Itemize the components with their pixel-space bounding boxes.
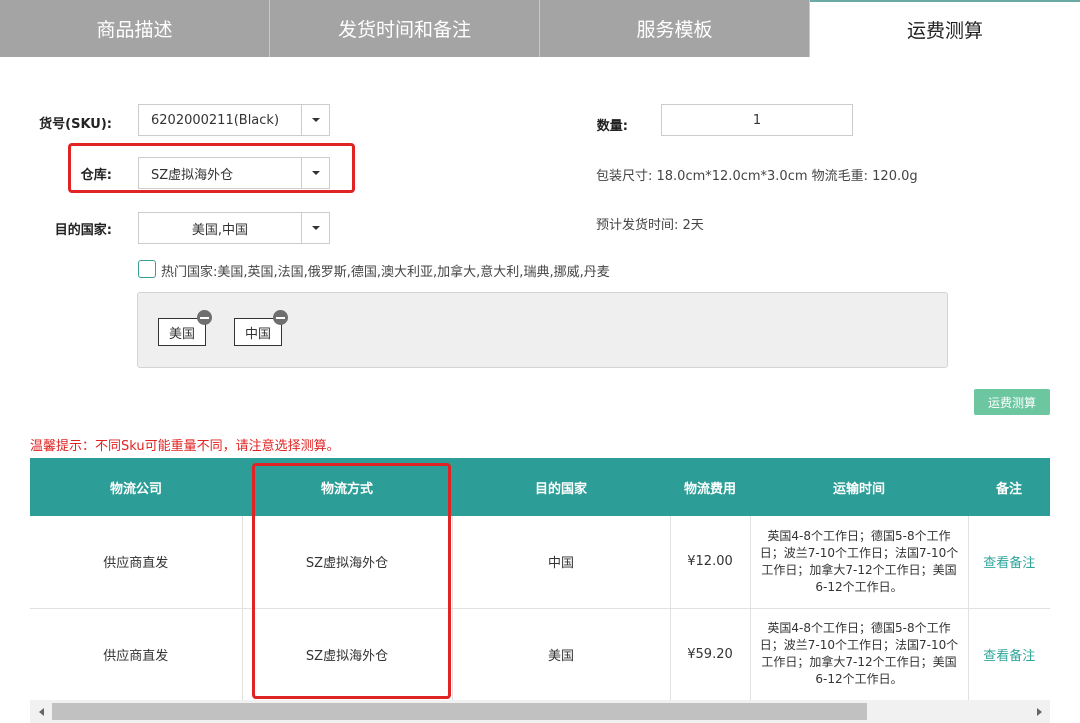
table-header-row: 物流公司 物流方式 目的国家 物流费用 运输时间 备注: [30, 458, 1050, 516]
table-cell: ¥12.00: [670, 516, 751, 609]
column-header: 运输时间: [750, 458, 968, 516]
warehouse-select[interactable]: SZ虚拟海外仓: [138, 157, 330, 189]
table-cell: 供应商直发: [30, 516, 243, 609]
quantity-value: 1: [752, 112, 762, 128]
view-notes-link[interactable]: 查看备注: [968, 516, 1050, 609]
hot-countries-checkbox[interactable]: [138, 260, 156, 278]
warning-tip: 温馨提示：不同Sku可能重量不同，请注意选择测算。: [30, 439, 340, 454]
table-row: 供应商直发 SZ虚拟海外仓 美国 ¥59.20 英国4-8个工作日；德国5-8个…: [30, 608, 1050, 701]
tab-bar: 商品描述 发货时间和备注 服务模板 运费测算: [0, 0, 1080, 57]
scrollbar-thumb[interactable]: [52, 703, 867, 720]
warehouse-value: SZ虚拟海外仓: [151, 167, 234, 183]
quantity-input[interactable]: 1: [661, 104, 853, 136]
column-header: 备注: [968, 458, 1050, 516]
shipping-table: 物流公司 物流方式 目的国家 物流费用 运输时间 备注 供应商直发 SZ虚拟海外…: [30, 458, 1050, 701]
estimated-ship-time: 预计发货时间: 2天: [596, 218, 704, 233]
shipping-method-highlight: [252, 463, 451, 699]
column-header: 目的国家: [452, 458, 670, 516]
tab-product-description[interactable]: 商品描述: [0, 0, 270, 57]
tab-service-template[interactable]: 服务模板: [540, 0, 810, 57]
calculate-freight-button[interactable]: 运费测算: [974, 389, 1050, 415]
table-row: 供应商直发 SZ虚拟海外仓 中国 ¥12.00 英国4-8个工作日；德国5-8个…: [30, 516, 1050, 609]
scroll-right-icon[interactable]: [1028, 700, 1050, 723]
column-header: 物流公司: [30, 458, 242, 516]
warehouse-label: 仓库:: [80, 168, 112, 183]
chevron-down-icon: [301, 213, 329, 243]
table-cell: 中国: [452, 516, 671, 609]
tab-shipping-time-notes[interactable]: 发货时间和备注: [270, 0, 540, 57]
hot-countries-label: 热门国家:美国,英国,法国,俄罗斯,德国,澳大利亚,加拿大,意大利,瑞典,挪威,…: [161, 265, 610, 280]
sku-label: 货号(SKU):: [39, 117, 112, 132]
sku-value: 6202000211(Black): [151, 112, 280, 128]
destination-value: 美国,中国: [191, 222, 249, 238]
horizontal-scrollbar[interactable]: [30, 700, 1050, 723]
column-header: 物流费用: [670, 458, 750, 516]
sku-select[interactable]: 6202000211(Black): [138, 104, 330, 136]
destination-label: 目的国家:: [54, 223, 112, 238]
table-cell: 英国4-8个工作日；德国5-8个工作日；波兰7-10个工作日；法国7-10个工作…: [750, 608, 969, 701]
table-cell: 供应商直发: [30, 608, 243, 701]
country-chip-label: 美国: [168, 326, 195, 342]
package-info: 包装尺寸: 18.0cm*12.0cm*3.0cm 物流毛重: 120.0g: [596, 169, 918, 184]
scroll-left-icon[interactable]: [30, 700, 52, 723]
table-cell: ¥59.20: [670, 608, 751, 701]
table-cell: 英国4-8个工作日；德国5-8个工作日；波兰7-10个工作日；法国7-10个工作…: [750, 516, 969, 609]
chevron-down-icon: [301, 105, 329, 135]
remove-icon[interactable]: [197, 310, 212, 325]
quantity-label: 数量:: [596, 119, 628, 134]
tab-freight-calculation[interactable]: 运费测算: [810, 0, 1080, 57]
remove-icon[interactable]: [273, 310, 288, 325]
chevron-down-icon: [301, 158, 329, 188]
country-chip-label: 中国: [244, 326, 271, 342]
view-notes-link[interactable]: 查看备注: [968, 608, 1050, 701]
destination-select[interactable]: 美国,中国: [138, 212, 330, 244]
table-cell: 美国: [452, 608, 671, 701]
